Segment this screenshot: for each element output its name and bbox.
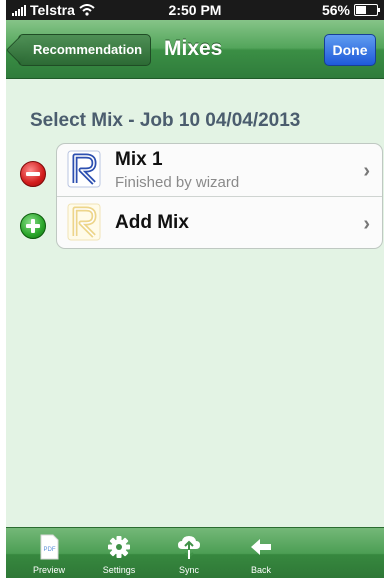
- list-item-title: Mix 1: [115, 149, 163, 170]
- back-button-label: Recommendation: [33, 42, 143, 57]
- toolbar-label: Preview: [32, 565, 65, 575]
- chevron-right-icon: ›: [363, 160, 370, 182]
- r-logo-icon: [67, 150, 101, 188]
- r-logo-faded-icon: [67, 203, 101, 241]
- back-button[interactable]: Recommendation: [18, 34, 152, 66]
- pdf-icon: PDF: [40, 534, 59, 560]
- status-bar: Telstra 2:50 PM 56%: [6, 0, 384, 20]
- list-item-title: Add Mix: [115, 212, 189, 233]
- done-button[interactable]: Done: [324, 34, 376, 66]
- list-item-add-mix[interactable]: Add Mix ›: [57, 196, 382, 248]
- chevron-right-icon: ›: [363, 213, 370, 235]
- battery-status: 56%: [321, 2, 380, 18]
- back-arrow-icon: [251, 539, 271, 555]
- mix-list: Mix 1 Finished by wizard › Add Mix ›: [56, 143, 383, 249]
- navigation-bar: Recommendation Mixes Done: [6, 20, 384, 79]
- toolbar-label: Sync: [178, 565, 199, 575]
- toolbar-preview-button[interactable]: PDF Preview: [25, 532, 73, 578]
- section-title: Select Mix - Job 10 04/04/2013: [30, 110, 301, 131]
- battery-percent: 56%: [321, 2, 350, 18]
- cloud-sync-icon: [178, 536, 200, 559]
- toolbar-sync-button[interactable]: Sync: [165, 532, 213, 578]
- gear-icon: [108, 536, 130, 558]
- list-item-mix-1[interactable]: Mix 1 Finished by wizard ›: [57, 144, 382, 196]
- list-item-subtitle: Finished by wizard: [115, 174, 240, 191]
- toolbar-label: Settings: [102, 565, 136, 575]
- delete-mix-icon[interactable]: [20, 161, 46, 187]
- toolbar-settings-button[interactable]: Settings: [95, 532, 143, 578]
- svg-text:PDF: PDF: [44, 547, 56, 553]
- toolbar-label: Back: [250, 565, 271, 575]
- bottom-toolbar: PDF Preview Settings Sync Back: [6, 527, 384, 578]
- add-mix-icon[interactable]: [20, 213, 46, 239]
- toolbar-back-button[interactable]: Back: [237, 532, 285, 578]
- page-title: Mixes: [164, 37, 223, 60]
- device-screen: Telstra 2:50 PM 56% Recommendation Mixes…: [6, 0, 384, 578]
- battery-fill: [356, 6, 367, 14]
- battery-icon: [354, 4, 380, 16]
